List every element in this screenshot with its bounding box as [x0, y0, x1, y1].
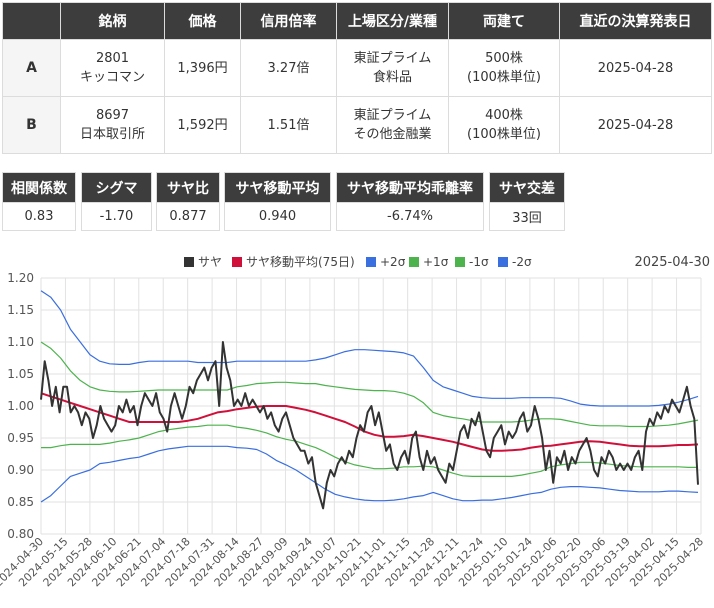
stat-crossings: サヤ交差 33回	[489, 172, 565, 231]
stock-cell[interactable]: 8697 日本取引所	[60, 96, 165, 154]
table-row: B 8697 日本取引所 1,592円 1.51倍 東証プライム その他金融業 …	[2, 96, 712, 154]
trade-unit: (100株単位)	[467, 127, 541, 142]
header-corner	[2, 2, 61, 40]
stock-code: 2801	[95, 51, 130, 66]
stat-value: 0.83	[2, 202, 76, 231]
y-tick-label: 0.85	[7, 495, 34, 509]
stat-label: サヤ移動平均	[224, 172, 331, 203]
stock-name[interactable]: 日本取引所	[61, 125, 164, 144]
legend-swatch	[498, 257, 508, 267]
table-row: A 2801 キッコマン 1,396円 3.27倍 東証プライム 食料品 500…	[2, 39, 712, 97]
market-sector-cell: 東証プライム その他金融業	[336, 96, 449, 154]
stat-value: 0.877	[156, 202, 220, 231]
header-margin-ratio: 信用倍率	[240, 2, 337, 40]
stat-sigma: シグマ -1.70	[81, 172, 152, 231]
stock-name[interactable]: キッコマン	[61, 68, 164, 87]
stat-label: サヤ移動平均乖離率	[336, 172, 484, 203]
y-tick-label: 0.90	[7, 463, 34, 477]
stat-value: -6.74%	[336, 202, 484, 231]
header-hedge: 両建て	[448, 2, 560, 40]
y-tick-label: 0.95	[7, 431, 34, 445]
stat-value: -1.70	[81, 202, 152, 231]
pair-table: 銘柄 価格 信用倍率 上場区分/業種 両建て 直近の決算発表日 A 2801 キ…	[2, 2, 712, 154]
stat-label: サヤ比	[156, 172, 220, 203]
legend-label: サヤ	[198, 255, 222, 269]
y-tick-label: 1.10	[7, 335, 34, 349]
table-header-row: 銘柄 価格 信用倍率 上場区分/業種 両建て 直近の決算発表日	[2, 2, 712, 40]
legend-swatch	[409, 257, 419, 267]
y-tick-label: 1.20	[7, 271, 34, 285]
earnings-date-cell: 2025-04-28	[559, 96, 712, 154]
margin-ratio-cell: 3.27倍	[240, 39, 337, 97]
stat-value: 33回	[489, 202, 565, 231]
spread-chart: 0.800.850.900.951.001.051.101.151.202024…	[0, 255, 710, 589]
market: 東証プライム	[353, 51, 432, 66]
stat-label: 相関係数	[2, 172, 76, 203]
chart-date-label: 2025-04-30	[634, 255, 710, 270]
header-market-sector: 上場区分/業種	[336, 2, 449, 40]
legend-label: サヤ移動平均(75日)	[246, 255, 355, 269]
hedge-shares: 500株	[485, 51, 523, 66]
hedge-cell: 500株 (100株単位)	[448, 39, 560, 97]
hedge-cell: 400株 (100株単位)	[448, 96, 560, 154]
legend-label: -1σ	[469, 255, 489, 269]
row-label: B	[2, 96, 61, 154]
stat-label: サヤ交差	[489, 172, 565, 203]
legend-swatch	[366, 257, 376, 267]
stat-value: 0.940	[224, 202, 331, 231]
stock-code: 8697	[95, 108, 130, 123]
stat-spread-ratio: サヤ比 0.877	[156, 172, 220, 231]
header-price: 価格	[164, 2, 241, 40]
legend-label: -2σ	[512, 255, 532, 269]
series-line	[40, 445, 699, 503]
market: 東証プライム	[353, 108, 432, 123]
header-earnings-date: 直近の決算発表日	[559, 2, 712, 40]
stat-moving-average: サヤ移動平均 0.940	[224, 172, 331, 231]
y-tick-label: 1.05	[7, 367, 34, 381]
stat-ma-deviation: サヤ移動平均乖離率 -6.74%	[336, 172, 484, 231]
legend-label: +1σ	[423, 255, 449, 269]
trade-unit: (100株単位)	[467, 70, 541, 85]
legend-swatch	[455, 257, 465, 267]
hedge-shares: 400株	[485, 108, 523, 123]
y-tick-label: 0.80	[7, 527, 34, 541]
series-line	[40, 290, 699, 407]
sector: 食料品	[372, 70, 412, 85]
y-tick-label: 1.00	[7, 399, 34, 413]
sector: その他金融業	[353, 127, 432, 142]
stat-label: シグマ	[81, 172, 152, 203]
market-sector-cell: 東証プライム 食料品	[336, 39, 449, 97]
legend-swatch	[184, 257, 194, 267]
legend-label: +2σ	[380, 255, 406, 269]
legend-swatch	[232, 257, 242, 267]
stat-correlation: 相関係数 0.83	[2, 172, 76, 231]
row-label: A	[2, 39, 61, 97]
price-cell: 1,396円	[164, 39, 241, 97]
header-stock: 銘柄	[60, 2, 165, 40]
stock-cell[interactable]: 2801 キッコマン	[60, 39, 165, 97]
y-tick-label: 1.15	[7, 303, 34, 317]
margin-ratio-cell: 1.51倍	[240, 96, 337, 154]
price-cell: 1,592円	[164, 96, 241, 154]
series-line	[40, 392, 699, 452]
earnings-date-cell: 2025-04-28	[559, 39, 712, 97]
